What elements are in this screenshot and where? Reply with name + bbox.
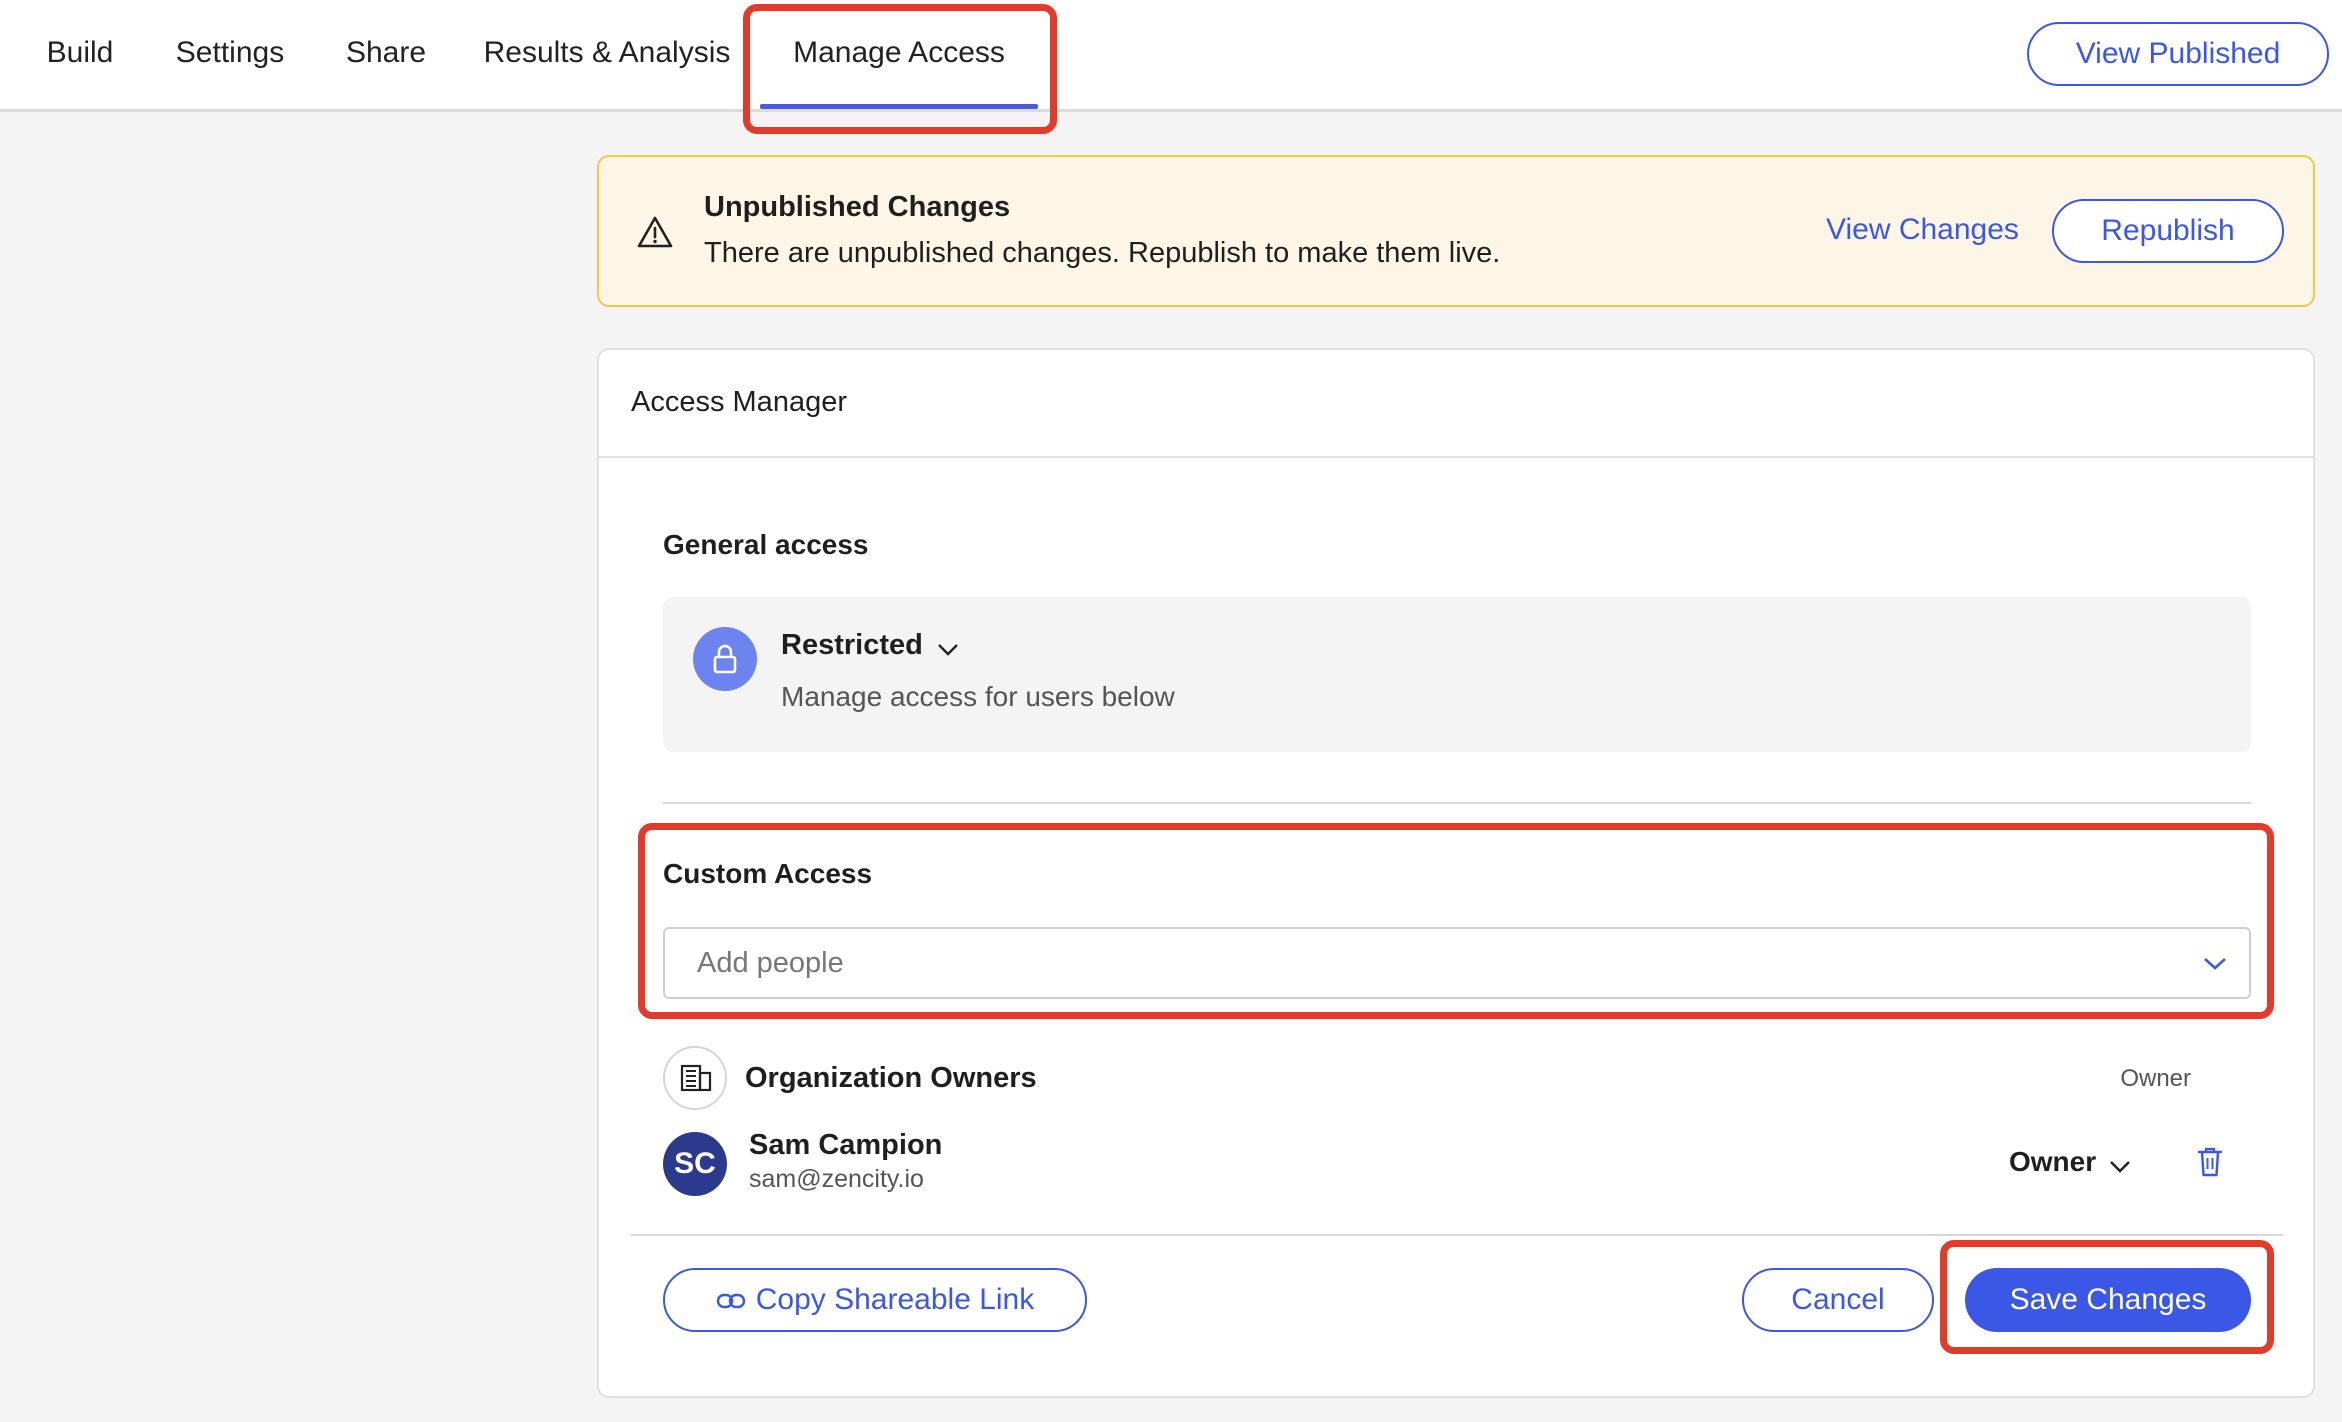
general-access-dropdown[interactable]: Restricted: [781, 629, 959, 662]
avatar: SC: [663, 1132, 727, 1196]
banner-message: There are unpublished changes. Republish…: [704, 237, 1501, 269]
general-access-description: Manage access for users below: [781, 681, 1175, 712]
general-access-mode: Restricted: [781, 629, 923, 661]
trash-icon[interactable]: [2197, 1146, 2223, 1178]
unpublished-changes-banner: Unpublished Changes There are unpublishe…: [597, 155, 2315, 307]
footer-divider: [631, 1234, 2283, 1236]
tab-build[interactable]: Build: [30, 0, 130, 109]
tab-share[interactable]: Share: [340, 0, 432, 109]
member-name: Sam Campion: [749, 1129, 943, 1161]
access-manager-title: Access Manager: [631, 386, 847, 418]
cancel-button[interactable]: Cancel: [1742, 1268, 1934, 1332]
save-changes-button[interactable]: Save Changes: [1965, 1268, 2251, 1332]
section-divider: [663, 802, 2251, 804]
general-access-box: Restricted Manage access for users below: [663, 597, 2251, 752]
custom-access-heading: Custom Access: [663, 858, 873, 889]
general-access-heading: General access: [663, 529, 869, 560]
add-people-select[interactable]: Add people: [663, 927, 2251, 999]
building-icon: [663, 1046, 727, 1110]
copy-shareable-link-button[interactable]: Copy Shareable Link: [663, 1268, 1087, 1332]
member-role: Owner: [2009, 1146, 2097, 1177]
chevron-down-icon: [2109, 1160, 2130, 1173]
tab-manage-access[interactable]: Manage Access: [760, 0, 1038, 109]
link-icon: [716, 1293, 745, 1309]
tab-results-analysis[interactable]: Results & Analysis: [482, 0, 732, 109]
republish-button[interactable]: Republish: [2052, 199, 2284, 263]
member-role: Owner: [2120, 1065, 2191, 1092]
lock-icon: [693, 627, 757, 691]
member-email: sam@zencity.io: [749, 1165, 924, 1193]
access-manager-card: Access Manager General access Restricted…: [597, 348, 2315, 1398]
chevron-down-icon: [938, 643, 959, 656]
card-header: Access Manager: [599, 350, 2313, 458]
copy-link-label: Copy Shareable Link: [755, 1283, 1035, 1316]
view-changes-link[interactable]: View Changes: [1826, 213, 2019, 247]
view-published-button[interactable]: View Published: [2027, 22, 2329, 86]
tab-settings[interactable]: Settings: [168, 0, 292, 109]
chevron-down-icon: [2204, 958, 2226, 970]
member-role-dropdown[interactable]: Owner: [2009, 1146, 2131, 1178]
add-people-placeholder: Add people: [697, 947, 844, 979]
top-navigation: Build Settings Share Results & Analysis …: [0, 0, 2342, 112]
banner-title: Unpublished Changes: [704, 191, 1011, 223]
warning-icon: [637, 216, 673, 248]
member-name: Organization Owners: [745, 1062, 1037, 1094]
